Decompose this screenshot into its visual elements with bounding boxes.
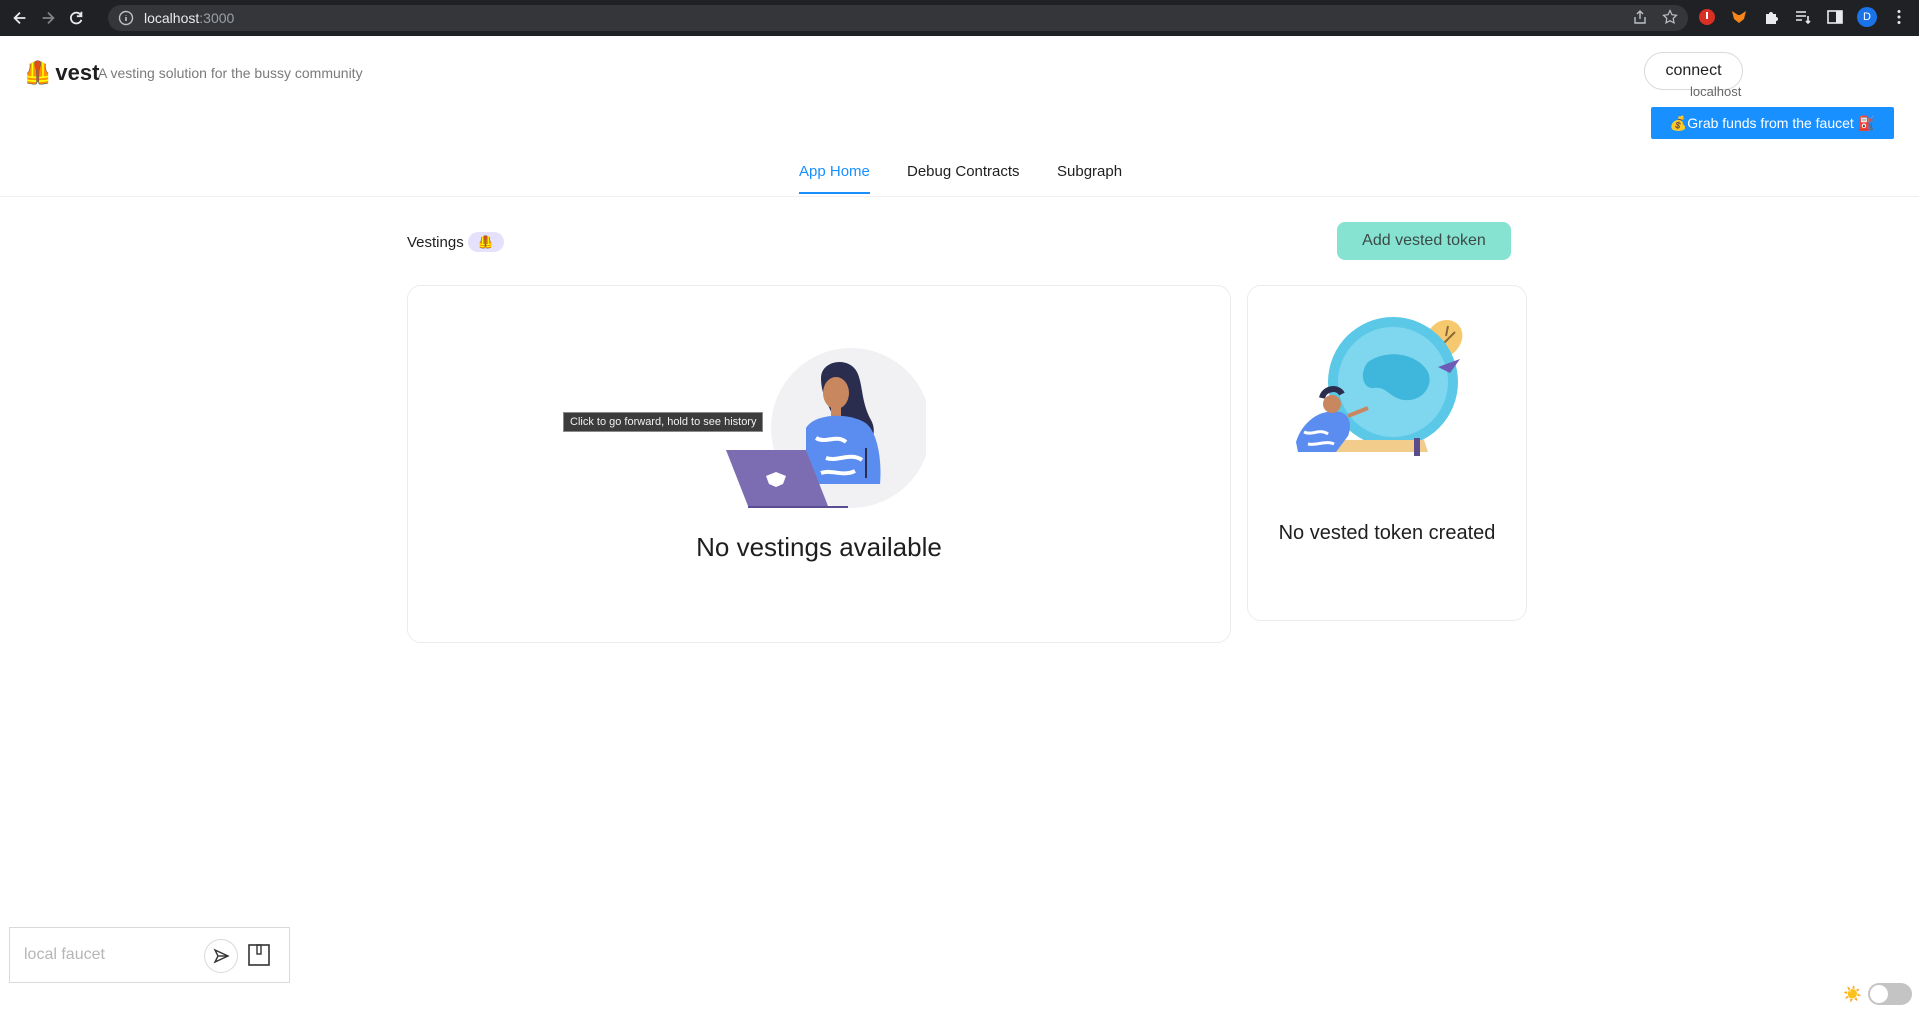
- reload-button[interactable]: [62, 4, 90, 32]
- forward-button-tooltip: Click to go forward, hold to see history: [563, 412, 764, 432]
- toggle-knob: [1869, 985, 1888, 1003]
- extensions-puzzle-icon[interactable]: [1761, 7, 1781, 27]
- more-menu-icon[interactable]: [1889, 7, 1909, 27]
- app-name: vest: [55, 60, 100, 85]
- extension-shield-icon[interactable]: [1697, 7, 1717, 27]
- star-icon[interactable]: [1662, 9, 1678, 25]
- faucet-wallet-button[interactable]: [245, 940, 273, 970]
- crystal-ball-illustration: [1296, 317, 1463, 456]
- app-logo[interactable]: 🦺 vest: [24, 60, 99, 86]
- url-port: :3000: [199, 10, 235, 26]
- local-faucet-panel: [9, 927, 290, 983]
- no-vestings-text: No vestings available: [696, 532, 942, 562]
- app-tagline: A vesting solution for the bussy communi…: [98, 65, 363, 81]
- sun-icon: ☀️: [1843, 986, 1862, 1003]
- vest-emoji-icon: 🦺: [24, 60, 52, 85]
- vestings-heading: Vestings 🦺: [407, 232, 504, 252]
- theme-switch: ☀️: [1843, 983, 1912, 1005]
- info-icon: [118, 10, 134, 26]
- reading-list-icon[interactable]: [1793, 7, 1813, 27]
- arrow-left-icon: [13, 11, 26, 25]
- vestings-empty-card: No vestings available: [407, 285, 1231, 643]
- metamask-fox-icon[interactable]: [1729, 7, 1749, 27]
- faucet-send-button[interactable]: [204, 939, 238, 973]
- address-bar[interactable]: localhost:3000: [108, 5, 1688, 31]
- arrow-right-icon: [42, 11, 55, 25]
- profile-avatar[interactable]: D: [1857, 7, 1877, 27]
- add-vested-token-button[interactable]: Add vested token: [1337, 222, 1511, 260]
- vestings-title: Vestings: [407, 233, 464, 251]
- back-button[interactable]: [6, 4, 34, 32]
- forward-button[interactable]: [34, 4, 62, 32]
- browser-toolbar: localhost:3000 D: [0, 0, 1919, 36]
- url-text: localhost:3000: [144, 10, 234, 26]
- tab-subgraph[interactable]: Subgraph: [1057, 163, 1122, 192]
- tab-debug-contracts[interactable]: Debug Contracts: [907, 163, 1020, 192]
- main-nav-tabs: App Home Debug Contracts Subgraph: [0, 150, 1919, 197]
- network-label: localhost: [1690, 84, 1742, 99]
- vestings-badge: 🦺: [467, 232, 504, 252]
- side-panel-icon[interactable]: [1825, 7, 1845, 27]
- grab-faucet-button[interactable]: 💰Grab funds from the faucet ⛽: [1651, 107, 1894, 139]
- share-icon[interactable]: [1632, 9, 1648, 25]
- tab-app-home[interactable]: App Home: [799, 163, 870, 194]
- no-vested-token-text: No vested token created: [1278, 522, 1496, 544]
- send-icon: [213, 948, 230, 964]
- local-faucet-input[interactable]: [24, 946, 194, 964]
- wallet-icon: [248, 944, 270, 966]
- reload-icon: [70, 11, 83, 25]
- url-host: localhost: [144, 10, 200, 26]
- theme-toggle[interactable]: [1867, 983, 1912, 1005]
- vested-token-empty-card: No vested token created: [1247, 285, 1527, 621]
